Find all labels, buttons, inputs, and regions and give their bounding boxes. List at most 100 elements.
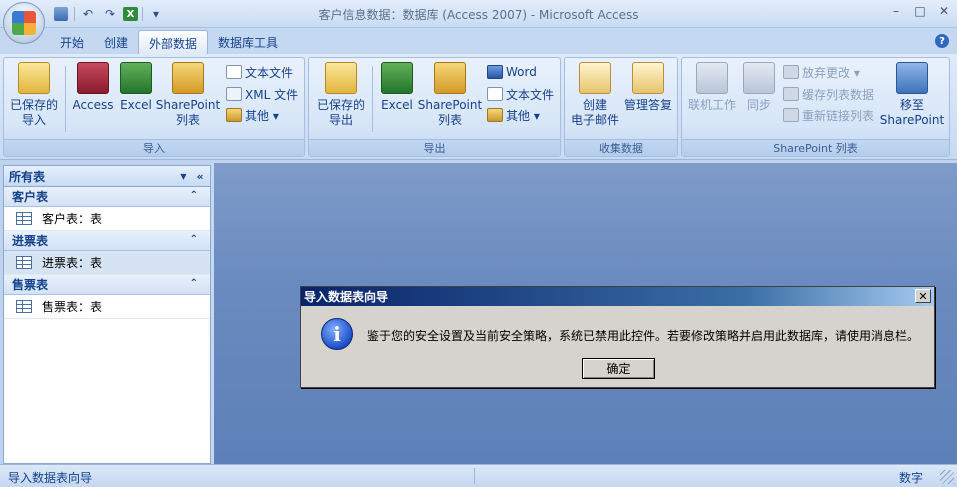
discard-changes-button[interactable]: 放弃更改 ▾ — [783, 62, 860, 82]
import-xml-file-label: XML 文件 — [245, 87, 299, 102]
sharepoint-list-icon — [172, 62, 204, 94]
status-bar: 导入数据表向导 数字 — [0, 464, 957, 487]
export-sharepoint-label: SharePoint 列表 — [417, 98, 483, 127]
create-email-button[interactable]: 创建 电子邮件 — [569, 62, 621, 128]
export-excel-button[interactable]: Excel — [377, 62, 417, 113]
nav-item-label: 客户表：表 — [42, 212, 103, 226]
relink-lists-button[interactable]: 重新链接列表 — [783, 105, 874, 125]
nav-group-customers[interactable]: 客户表 ⌃ — [4, 187, 210, 207]
work-online-button[interactable]: 联机工作 — [684, 62, 740, 113]
tab-home[interactable]: 开始 — [50, 30, 94, 54]
status-text: 导入数据表向导 — [8, 471, 93, 485]
nav-group-sold-tickets[interactable]: 售票表 ⌃ — [4, 275, 210, 295]
nav-pane-title: 所有表 — [9, 169, 46, 184]
import-other-label: 其他 ▾ — [245, 108, 279, 123]
import-excel-button[interactable]: Excel — [116, 62, 156, 113]
dialog-title: 导入数据表向导 — [304, 290, 389, 304]
nav-group-label: 售票表 — [12, 278, 49, 292]
export-sharepoint-button[interactable]: SharePoint 列表 — [417, 62, 483, 128]
table-icon — [16, 212, 32, 225]
nav-group-incoming-tickets[interactable]: 进票表 ⌃ — [4, 231, 210, 251]
nav-group-label: 客户表 — [12, 190, 49, 204]
import-xml-file-button[interactable]: XML 文件 — [226, 84, 298, 104]
nav-item-customers-table[interactable]: 客户表：表 — [4, 207, 210, 231]
other-formats-icon — [487, 108, 503, 122]
sharepoint-list-icon — [434, 62, 466, 94]
office-button[interactable] — [3, 2, 45, 44]
collect-data-group: 创建 电子邮件 管理答复 收集数据 — [564, 57, 678, 157]
import-excel-label: Excel — [120, 98, 152, 112]
manage-replies-button[interactable]: 管理答复 — [621, 62, 675, 113]
navigation-pane: 所有表 ▼ « 客户表 ⌃ 客户表：表 进票表 ⌃ 进票表：表 售票表 ⌃ 售票… — [3, 165, 211, 464]
export-other-label: 其他 ▾ — [506, 108, 540, 123]
table-icon — [16, 300, 32, 313]
table-icon — [16, 256, 32, 269]
saved-imports-button[interactable]: 已保存的 导入 — [8, 62, 60, 128]
excel-icon — [381, 62, 413, 94]
close-button[interactable]: ✕ — [937, 4, 951, 18]
export-group-label: 导出 — [309, 139, 560, 156]
manage-replies-icon — [632, 62, 664, 94]
dialog-title-bar: 导入数据表向导 ✕ — [301, 287, 934, 306]
sharepoint-lists-group-label: SharePoint 列表 — [682, 139, 949, 156]
ribbon: 已保存的 导入 Access Excel SharePoint 列表 文本文件 … — [0, 54, 957, 160]
dialog-close-button[interactable]: ✕ — [915, 289, 931, 303]
chevron-up-icon[interactable]: ⌃ — [190, 234, 198, 245]
nav-collapse-icon[interactable]: « — [193, 169, 207, 183]
export-other-button[interactable]: 其他 ▾ — [487, 105, 540, 125]
export-word-button[interactable]: Word — [487, 62, 537, 82]
cache-list-data-button[interactable]: 缓存列表数据 — [783, 84, 874, 104]
import-access-button[interactable]: Access — [70, 62, 116, 113]
sync-button[interactable]: 同步 — [740, 62, 778, 113]
saved-imports-icon — [18, 62, 50, 94]
import-group: 已保存的 导入 Access Excel SharePoint 列表 文本文件 … — [3, 57, 305, 157]
move-to-sharepoint-button[interactable]: 移至 SharePoint — [878, 62, 946, 128]
cache-list-data-icon — [783, 87, 799, 101]
nav-item-incoming-tickets-table[interactable]: 进票表：表 — [4, 251, 210, 275]
xml-file-icon — [226, 87, 242, 101]
saved-exports-button[interactable]: 已保存的 导出 — [313, 62, 369, 128]
resize-grip-icon[interactable] — [940, 470, 954, 484]
relink-lists-label: 重新链接列表 — [802, 108, 875, 123]
maximize-button[interactable]: □ — [913, 4, 927, 18]
num-lock-indicator: 数字 — [898, 471, 923, 485]
discard-changes-label: 放弃更改 ▾ — [802, 65, 860, 80]
import-other-button[interactable]: 其他 ▾ — [226, 105, 279, 125]
work-online-label: 联机工作 — [687, 98, 736, 112]
discard-changes-icon — [783, 65, 799, 79]
office-logo-icon — [12, 11, 36, 35]
help-icon[interactable]: ? — [935, 34, 949, 48]
chevron-up-icon[interactable]: ⌃ — [190, 278, 198, 289]
export-word-label: Word — [506, 65, 537, 79]
cache-list-data-label: 缓存列表数据 — [802, 87, 875, 102]
ok-button[interactable]: 确定 — [582, 358, 655, 379]
ribbon-tabs: 开始 创建 外部数据 数据库工具 — [50, 30, 288, 54]
minimize-button[interactable]: – — [889, 4, 903, 18]
export-text-file-button[interactable]: 文本文件 — [487, 84, 554, 104]
work-online-icon — [696, 62, 728, 94]
word-icon — [487, 65, 503, 79]
excel-icon — [120, 62, 152, 94]
nav-item-sold-tickets-table[interactable]: 售票表：表 — [4, 295, 210, 319]
import-sharepoint-button[interactable]: SharePoint 列表 — [156, 62, 220, 128]
import-group-label: 导入 — [4, 139, 304, 156]
info-icon: i — [321, 318, 353, 350]
create-email-label: 创建 电子邮件 — [570, 98, 619, 127]
chevron-up-icon[interactable]: ⌃ — [190, 190, 198, 201]
access-icon — [77, 62, 109, 94]
tab-create[interactable]: 创建 — [94, 30, 138, 54]
nav-pane-header[interactable]: 所有表 ▼ « — [4, 166, 210, 187]
import-wizard-dialog: 导入数据表向导 ✕ i 鉴于您的安全设置及当前安全策略，系统已禁用此控件。若要修… — [300, 286, 935, 388]
text-file-icon — [487, 87, 503, 101]
sharepoint-lists-group: 联机工作 同步 放弃更改 ▾ 缓存列表数据 重新链接列表 移至 SharePoi… — [681, 57, 950, 157]
export-excel-label: Excel — [381, 98, 413, 112]
tab-database-tools[interactable]: 数据库工具 — [208, 30, 288, 54]
nav-item-label: 进票表：表 — [42, 256, 103, 270]
import-text-file-button[interactable]: 文本文件 — [226, 62, 293, 82]
move-to-sharepoint-icon — [896, 62, 928, 94]
email-icon — [579, 62, 611, 94]
import-text-file-label: 文本文件 — [245, 65, 294, 80]
nav-dropdown-icon[interactable]: ▼ — [177, 170, 190, 183]
tab-external-data[interactable]: 外部数据 — [138, 30, 209, 54]
relink-lists-icon — [783, 108, 799, 122]
